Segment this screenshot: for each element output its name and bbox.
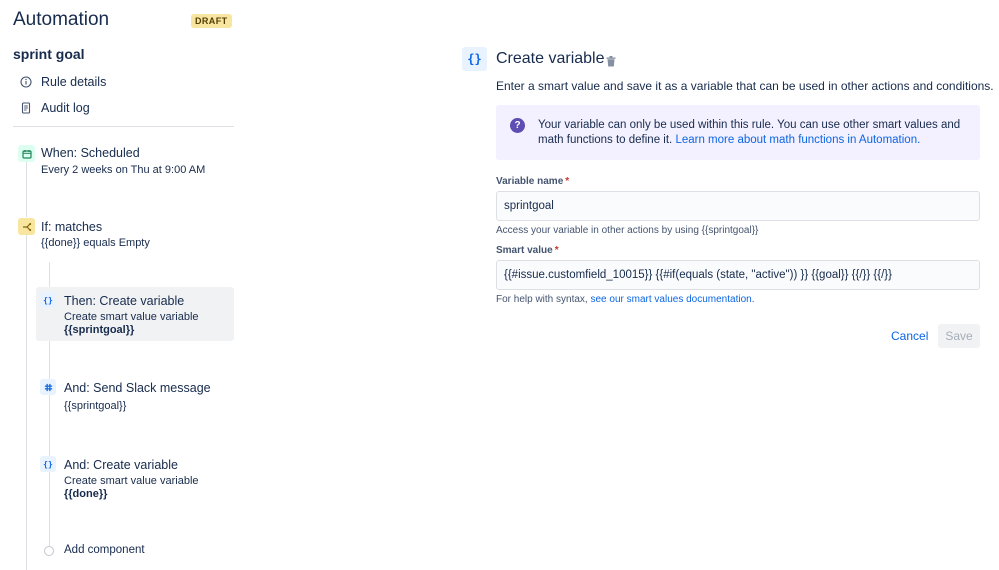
rule-sidebar: Automation DRAFT sprint goal Rule detail…	[0, 0, 240, 570]
step-variable-value: {{done}}	[64, 488, 108, 500]
trash-icon[interactable]	[606, 54, 616, 67]
step-title: Then: Create variable	[64, 294, 185, 308]
braces-icon: {}	[40, 292, 56, 308]
cancel-button[interactable]: Cancel	[885, 324, 934, 348]
add-component-dot[interactable]	[44, 546, 54, 556]
status-badge: DRAFT	[191, 14, 232, 28]
step-subtitle: {{sprintgoal}}	[64, 400, 127, 412]
step-action-send-slack[interactable]: And: Send Slack message {{sprintgoal}}	[36, 374, 234, 416]
variable-name-input[interactable]	[496, 191, 980, 221]
info-icon	[20, 76, 32, 88]
step-condition[interactable]: If: matches {{done}} equals Empty	[0, 213, 236, 255]
step-subtitle: Every 2 weeks on Thu at 9:00 AM	[41, 164, 206, 176]
panel-title: Create variable	[496, 50, 605, 67]
info-text: Your variable can only be used within th…	[538, 118, 968, 148]
braces-icon: {}	[462, 47, 487, 71]
add-component-button[interactable]: Add component	[64, 544, 145, 556]
smart-value-label: Smart value *	[496, 245, 559, 256]
step-variable-value: {{sprintgoal}}	[64, 324, 135, 336]
step-title: When: Scheduled	[41, 146, 140, 160]
required-indicator: *	[554, 245, 559, 256]
panel-description: Enter a smart value and save it as a var…	[496, 79, 994, 93]
calendar-icon	[18, 145, 35, 162]
braces-icon: {}	[40, 456, 56, 472]
step-action-create-variable[interactable]: {} Then: Create variable Create smart va…	[36, 287, 234, 341]
step-trigger[interactable]: When: Scheduled Every 2 weeks on Thu at …	[0, 140, 236, 182]
rule-name: sprint goal	[13, 46, 85, 62]
step-title: And: Send Slack message	[64, 381, 211, 395]
step-subtitle: {{done}} equals Empty	[41, 237, 150, 249]
nav-label: Audit log	[41, 101, 90, 115]
branch-icon	[18, 218, 35, 235]
nav-audit-log[interactable]: Audit log	[20, 98, 90, 118]
nav-label: Rule details	[41, 75, 107, 89]
smart-value-help: For help with syntax, see our smart valu…	[496, 294, 754, 305]
math-functions-link[interactable]: Learn more about math functions in Autom…	[675, 134, 920, 146]
variable-name-label: Variable name *	[496, 176, 569, 187]
connector-line	[26, 235, 27, 570]
step-subtitle: Create smart value variable	[64, 311, 199, 323]
variable-name-help: Access your variable in other actions by…	[496, 225, 759, 236]
label-text: Smart value	[496, 245, 553, 256]
question-icon: ?	[510, 118, 525, 133]
app-title: Automation	[13, 9, 110, 30]
smart-value-input[interactable]	[496, 260, 980, 290]
smart-values-docs-link[interactable]: see our smart values documentation.	[591, 294, 755, 305]
step-title: And: Create variable	[64, 458, 178, 472]
sidebar-divider	[13, 126, 234, 127]
step-action-create-variable-2[interactable]: {} And: Create variable Create smart val…	[36, 451, 234, 505]
info-message: ? Your variable can only be used within …	[496, 105, 980, 160]
nav-rule-details[interactable]: Rule details	[20, 72, 106, 92]
label-text: Variable name	[496, 176, 564, 187]
help-text: For help with syntax,	[496, 294, 588, 305]
step-title: If: matches	[41, 220, 103, 234]
step-subtitle: Create smart value variable	[64, 475, 199, 487]
document-icon	[20, 102, 32, 114]
required-indicator: *	[565, 176, 570, 187]
save-button[interactable]: Save	[938, 324, 980, 348]
slack-icon	[40, 379, 56, 395]
